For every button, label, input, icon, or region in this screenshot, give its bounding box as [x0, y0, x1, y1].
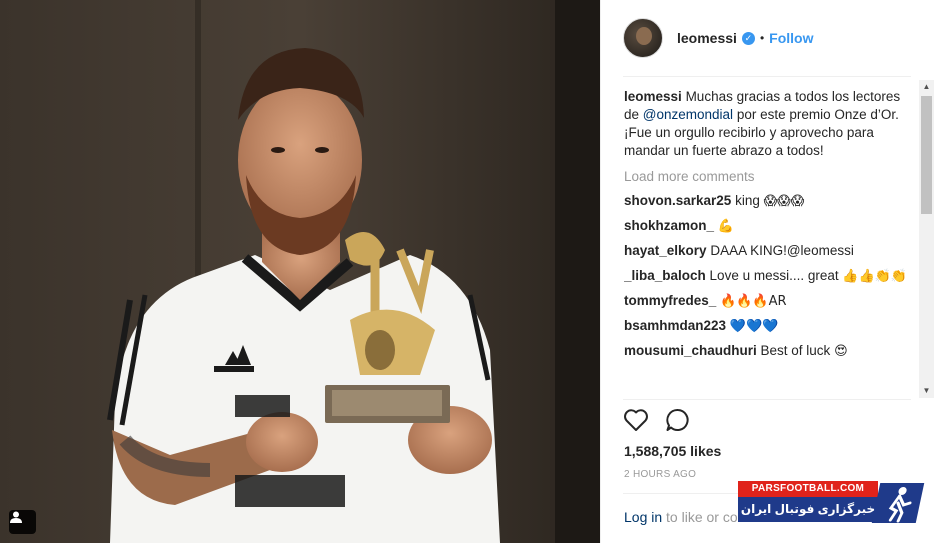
comment-username[interactable]: shovon.sarkar25: [624, 193, 731, 208]
comment-item: bsamhmdan223 💙💙💙: [624, 317, 914, 336]
divider: [623, 399, 911, 400]
watermark-logo: PARSFOOTBALL.COM خبرگزاری فوتبال ایران: [738, 481, 925, 525]
likes-count[interactable]: 1,588,705 likes: [624, 443, 721, 459]
caption-username[interactable]: leomessi: [624, 89, 682, 104]
comment-item: hayat_elkory DAAA KING!@leomessi: [624, 242, 914, 261]
post-timestamp: 2 HOURS AGO: [624, 469, 697, 480]
separator-dot: •: [759, 31, 765, 45]
comment-emoji: 😍: [834, 344, 848, 359]
comment-item: shovon.sarkar25 king 😱😱😱: [624, 192, 914, 211]
comment-username[interactable]: mousumi_chaudhuri: [624, 343, 757, 358]
comment-username[interactable]: shokhzamon_: [624, 218, 714, 233]
follow-button[interactable]: Follow: [769, 30, 813, 46]
comment-username[interactable]: _liba_baloch: [624, 268, 706, 283]
comment-username[interactable]: tommyfredes_: [624, 293, 716, 308]
post-actions: [623, 408, 691, 437]
scrollbar-thumb[interactable]: [921, 96, 932, 214]
comment-text: Best of luck: [760, 343, 831, 358]
comment-item: shokhzamon_ 💪: [624, 217, 914, 236]
heart-outline-icon[interactable]: [623, 408, 649, 437]
speech-bubble-icon[interactable]: [665, 408, 691, 437]
comments-scrollbar[interactable]: ▲ ▼: [919, 80, 934, 398]
comment-emoji: 🔥🔥🔥AR: [720, 294, 787, 309]
watermark-site: PARSFOOTBALL.COM: [738, 481, 878, 497]
login-prompt-text: to like or co: [666, 509, 738, 525]
comment-emoji: 💪: [717, 219, 734, 234]
post-photo[interactable]: [0, 0, 600, 543]
comment-emoji: 😱😱😱: [763, 194, 805, 209]
scroll-down-arrow-icon[interactable]: ▼: [919, 384, 934, 398]
verified-badge-icon: ✓: [741, 31, 755, 45]
divider: [623, 76, 911, 77]
user-tag-icon[interactable]: [9, 510, 36, 534]
login-link[interactable]: Log in: [624, 509, 662, 525]
caption: leomessi Muchas gracias a todos los lect…: [624, 88, 914, 160]
comments-list: leomessi Muchas gracias a todos los lect…: [624, 88, 914, 398]
login-prompt: Log in to like or co: [624, 509, 738, 525]
comment-username[interactable]: hayat_elkory: [624, 243, 707, 258]
caption-mention[interactable]: @onzemondial: [643, 107, 733, 122]
comment-text: king: [735, 193, 760, 208]
post-side-panel: leomessi ✓ • Follow leomessi Muchas grac…: [600, 0, 937, 543]
football-player-icon: [871, 483, 925, 523]
comment-emoji: 💙💙💙: [729, 319, 779, 334]
comment-item: mousumi_chaudhuri Best of luck 😍: [624, 342, 914, 361]
comment-emoji: 👍👍👏👏: [842, 269, 908, 284]
comment-username[interactable]: bsamhmdan223: [624, 318, 726, 333]
comment-item: tommyfredes_ 🔥🔥🔥AR: [624, 292, 914, 311]
load-more-comments-button[interactable]: Load more comments: [624, 168, 914, 186]
scroll-up-arrow-icon[interactable]: ▲: [919, 80, 934, 94]
avatar[interactable]: [623, 18, 663, 58]
post-header: leomessi ✓ • Follow: [623, 17, 915, 59]
photo-illustration: [0, 0, 600, 543]
comment-text: DAAA KING!@leomessi: [710, 243, 854, 258]
comment-text: Love u messi.... great: [709, 268, 839, 283]
username[interactable]: leomessi: [677, 30, 737, 46]
comment-item: _liba_baloch Love u messi.... great 👍👍👏👏: [624, 267, 914, 286]
watermark-tagline: خبرگزاری فوتبال ایران: [738, 497, 878, 522]
